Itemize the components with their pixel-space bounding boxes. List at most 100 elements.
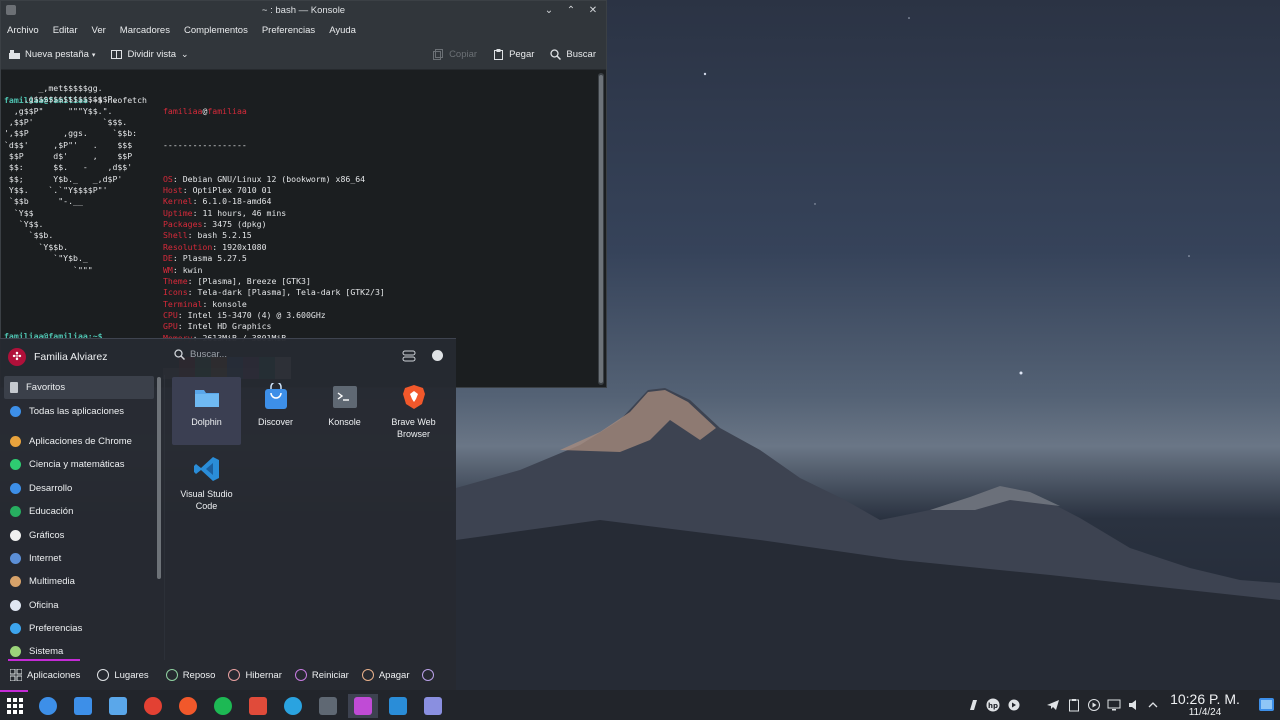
app-brave[interactable]: Brave Web Browser bbox=[379, 377, 448, 445]
app-vscode[interactable]: Visual Studio Code bbox=[172, 449, 241, 513]
taskbar-image-viewer[interactable] bbox=[348, 694, 378, 718]
ascii-line: `Y$$b. bbox=[4, 241, 69, 252]
media-icon[interactable] bbox=[1007, 698, 1021, 712]
paste-label: Pegar bbox=[509, 49, 535, 60]
clock[interactable]: 10:26 P. M. 11/4/24 bbox=[1166, 691, 1244, 718]
pin-icon[interactable] bbox=[432, 350, 443, 361]
ascii-line: _,met$$$$$gg. bbox=[4, 83, 103, 93]
window-titlebar[interactable]: ~ : bash — Konsole ⌄ ⌃ ✕ bbox=[1, 1, 606, 20]
sleep-button[interactable]: Reposo bbox=[165, 669, 216, 681]
volume-icon[interactable] bbox=[1127, 698, 1141, 712]
menu-item-ayuda[interactable]: Ayuda bbox=[329, 25, 356, 36]
taskbar-telegram[interactable] bbox=[278, 694, 308, 718]
category-label: Sistema bbox=[29, 646, 64, 658]
terminal-icon bbox=[332, 386, 357, 408]
menu-item-marcadores[interactable]: Marcadores bbox=[120, 25, 170, 36]
category-aplicaciones-de-chrome[interactable]: Aplicaciones de Chrome bbox=[4, 430, 154, 453]
category-internet[interactable]: Internet bbox=[4, 547, 154, 570]
info-colon: : bbox=[212, 241, 223, 252]
category-icon bbox=[10, 506, 21, 518]
taskbar-discover[interactable] bbox=[68, 694, 98, 718]
app-discover[interactable]: Discover bbox=[241, 377, 310, 445]
telegram-tray-icon[interactable] bbox=[1046, 698, 1060, 712]
terminal-scrollbar[interactable] bbox=[598, 73, 604, 385]
paste-button[interactable]: Pegar bbox=[493, 49, 534, 60]
new-tab-dropdown-icon[interactable]: ▾ bbox=[92, 51, 96, 59]
tab-places[interactable]: Lugares bbox=[97, 669, 149, 681]
category-icon bbox=[10, 576, 21, 588]
application-launcher: ✣ Familia Alviarez Buscar... Favoritos To… bbox=[0, 338, 456, 690]
menu-item-preferencias[interactable]: Preferencias bbox=[262, 25, 315, 36]
chevron-down-icon[interactable]: ⌄ bbox=[181, 49, 189, 60]
shutdown-button[interactable]: Apagar bbox=[361, 669, 409, 681]
search-input[interactable]: Buscar... bbox=[174, 349, 227, 360]
info-label: Theme bbox=[163, 275, 188, 286]
svg-text:hp: hp bbox=[988, 702, 998, 710]
info-colon: : bbox=[182, 185, 193, 196]
info-line: Icons: Tela-dark [Plasma], Tela-dark [GT… bbox=[163, 287, 385, 298]
sleep-label: Reposo bbox=[182, 669, 216, 681]
split-view-button[interactable]: Dividir vista ⌄ bbox=[111, 49, 189, 60]
maximize-icon[interactable]: ⌃ bbox=[564, 3, 578, 17]
taskbar-vscode[interactable] bbox=[383, 694, 413, 718]
konsole-window[interactable]: ~ : bash — Konsole ⌄ ⌃ ✕ Archivo Editar … bbox=[0, 0, 607, 388]
ascii-line: `$$b. bbox=[4, 230, 54, 241]
info-label: Icons bbox=[163, 287, 188, 298]
play-icon[interactable] bbox=[1087, 698, 1101, 712]
app-konsole[interactable]: Konsole bbox=[310, 377, 379, 445]
display-icon[interactable] bbox=[1107, 698, 1121, 712]
show-desktop-icon[interactable] bbox=[1258, 696, 1275, 713]
chevron-up-icon[interactable] bbox=[1146, 698, 1160, 712]
menu-item-archivo[interactable]: Archivo bbox=[7, 25, 39, 36]
new-tab-button[interactable]: Nueva pestaña ▾ bbox=[9, 49, 95, 60]
clipboard-icon[interactable] bbox=[1067, 698, 1081, 712]
split-view-label: Dividir vista bbox=[127, 49, 176, 60]
category-ciencia-y-matemáticas[interactable]: Ciencia y matemáticas bbox=[4, 453, 154, 476]
spotify-icon bbox=[214, 697, 232, 715]
menu-bar: Archivo Editar Ver Marcadores Complement… bbox=[1, 20, 606, 40]
restart-icon bbox=[294, 669, 307, 681]
category-favoritos[interactable]: Favoritos bbox=[4, 376, 154, 400]
leave-icon[interactable] bbox=[422, 669, 435, 681]
restart-button[interactable]: Reiniciar bbox=[294, 669, 349, 681]
category-gráficos[interactable]: Gráficos bbox=[4, 523, 154, 546]
info-value: Tela-dark [Plasma], Tela-dark [GTK2/3] bbox=[197, 287, 385, 298]
configure-icon[interactable] bbox=[402, 349, 416, 363]
copy-button[interactable]: Copiar bbox=[433, 49, 477, 60]
taskbar-dolphin[interactable] bbox=[103, 694, 133, 718]
taskbar-office[interactable] bbox=[243, 694, 273, 718]
taskbar-chrome[interactable] bbox=[138, 694, 168, 718]
taskbar-app-launcher[interactable] bbox=[0, 694, 30, 718]
taskbar-spotify[interactable] bbox=[208, 694, 238, 718]
category-desarrollo[interactable]: Desarrollo bbox=[4, 477, 154, 500]
category-icon bbox=[10, 382, 18, 394]
close-icon[interactable]: ✕ bbox=[586, 3, 600, 17]
category-scrollbar[interactable] bbox=[157, 377, 161, 579]
hibernate-button[interactable]: Hibernar bbox=[228, 669, 282, 681]
category-multimedia[interactable]: Multimedia bbox=[4, 570, 154, 593]
category-todas-las-aplicaciones[interactable]: Todas las aplicaciones bbox=[4, 399, 154, 422]
category-preferencias[interactable]: Preferencias bbox=[4, 617, 154, 640]
info-line: Host: OptiPlex 7010 01 bbox=[163, 185, 385, 196]
app-dolphin[interactable]: Dolphin bbox=[172, 377, 241, 445]
menu-item-ver[interactable]: Ver bbox=[92, 25, 106, 36]
search-button[interactable]: Buscar bbox=[550, 49, 596, 60]
kdeconnect-icon[interactable] bbox=[967, 698, 981, 712]
taskbar-remote[interactable] bbox=[418, 694, 448, 718]
category-label: Educación bbox=[29, 506, 74, 518]
tab-applications[interactable]: Aplicaciones bbox=[10, 669, 80, 681]
category-oficina[interactable]: Oficina bbox=[4, 594, 154, 617]
hp-icon[interactable]: hp bbox=[986, 698, 1000, 712]
ascii-line: $$P d$' , $$P bbox=[4, 151, 133, 162]
taskbar-mountain[interactable] bbox=[33, 694, 63, 718]
avatar[interactable]: ✣ bbox=[8, 347, 26, 366]
taskbar-konsole[interactable] bbox=[313, 694, 343, 718]
category-icon bbox=[10, 552, 21, 564]
ascii-line: ',$$P ,ggs. `$$b: bbox=[4, 128, 138, 139]
category-educación[interactable]: Educación bbox=[4, 500, 154, 523]
scrollbar-thumb[interactable] bbox=[599, 75, 603, 383]
menu-item-editar[interactable]: Editar bbox=[53, 25, 78, 36]
taskbar-brave[interactable] bbox=[173, 694, 203, 718]
menu-item-complementos[interactable]: Complementos bbox=[184, 25, 248, 36]
minimize-icon[interactable]: ⌄ bbox=[542, 3, 556, 17]
